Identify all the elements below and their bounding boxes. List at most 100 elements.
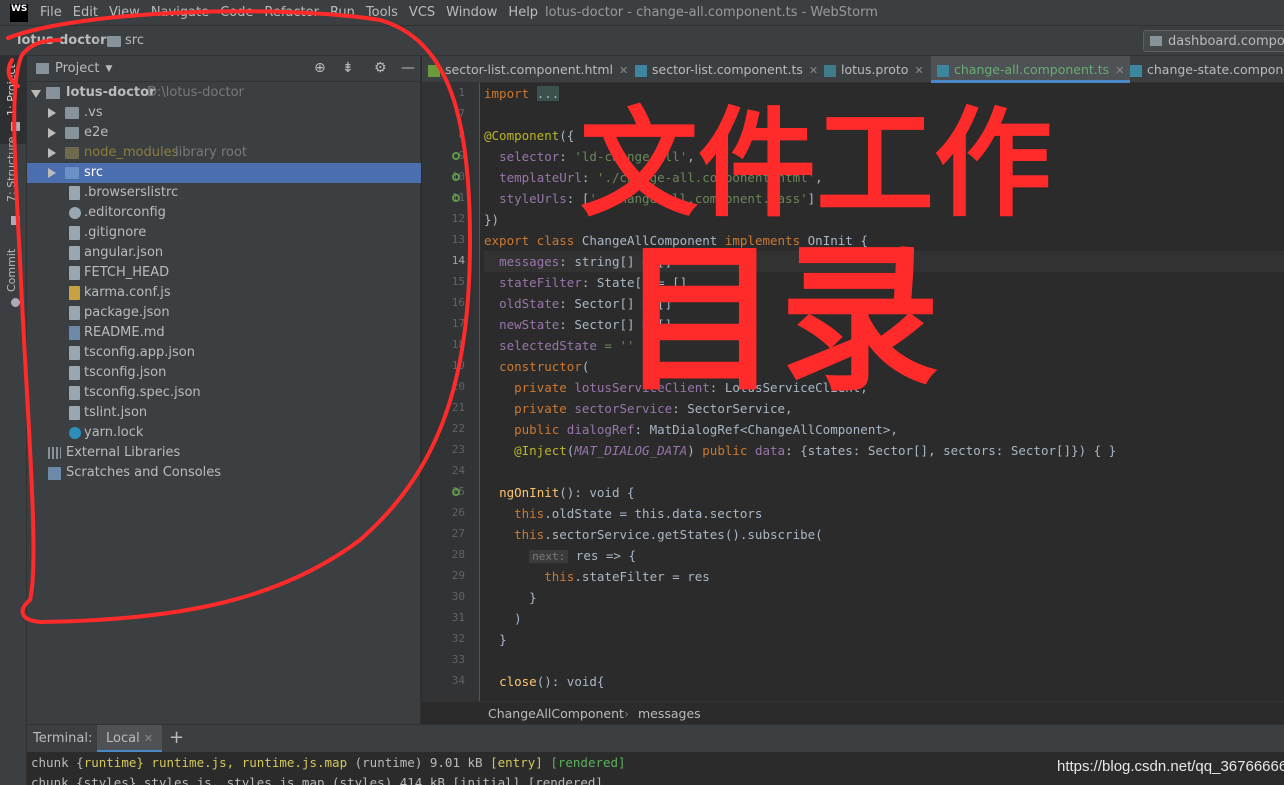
code-token: this: [514, 506, 545, 521]
menu-navigate[interactable]: Navigate: [151, 5, 209, 20]
implements-method-marker-icon[interactable]: [452, 488, 460, 496]
menu-window[interactable]: Window: [446, 5, 497, 20]
code-token: }: [529, 590, 537, 605]
project-view-selector[interactable]: Project: [55, 61, 99, 76]
tree-item-tsconfig[interactable]: tsconfig.json: [27, 363, 421, 383]
tree-item-external-libraries[interactable]: External Libraries: [27, 443, 421, 463]
line-number-gutter: 1 7 8 9 10 11 12 13 14 15 16 17 18 19 20…: [422, 83, 480, 701]
locate-file-icon[interactable]: ⊕: [314, 60, 326, 76]
tree-item-src[interactable]: src: [27, 163, 421, 183]
close-icon[interactable]: ✕: [1115, 64, 1124, 77]
tree-item-readme[interactable]: README.md: [27, 323, 421, 343]
tree-item-node-modules[interactable]: node_modules library root: [27, 143, 421, 163]
tree-item-angular-json[interactable]: angular.json: [27, 243, 421, 263]
collapse-arrow-icon[interactable]: [48, 168, 56, 178]
breadcrumb-src-folder[interactable]: src: [125, 33, 144, 48]
menu-view[interactable]: View: [109, 5, 140, 20]
line-number: 23: [451, 443, 465, 456]
menu-file[interactable]: File: [40, 5, 62, 20]
menu-tools[interactable]: Tools: [366, 5, 398, 20]
collapse-arrow-icon[interactable]: [48, 148, 56, 158]
tree-item-scratches[interactable]: Scratches and Consoles: [27, 463, 421, 483]
folder-icon: [107, 36, 121, 47]
tree-item-karma-conf[interactable]: karma.conf.js: [27, 283, 421, 303]
menu-help[interactable]: Help: [508, 5, 538, 20]
tree-item-tsconfig-spec[interactable]: tsconfig.spec.json: [27, 383, 421, 403]
menu-edit[interactable]: Edit: [73, 5, 98, 20]
close-icon[interactable]: ✕: [144, 732, 153, 745]
code-line-26: this.oldState = this.data.sectors: [484, 503, 1284, 524]
line-number: 14: [451, 254, 465, 267]
tab-change-state[interactable]: change-state.component: [1130, 56, 1284, 83]
terminal-output[interactable]: chunk {runtime} runtime.js, runtime.js.m…: [27, 752, 1284, 785]
collapse-all-icon[interactable]: ⇟: [342, 60, 354, 76]
implementation-marker-icon[interactable]: [452, 152, 460, 160]
tab-sector-list-html[interactable]: sector-list.component.html ✕: [428, 56, 628, 83]
proto-file-icon: [824, 64, 836, 77]
window-title: lotus-doctor - change-all.component.ts -…: [545, 5, 878, 20]
terminal-line-2: chunk {styles} styles.js, styles.js.map …: [31, 775, 603, 785]
menu-run[interactable]: Run: [330, 5, 355, 20]
code-editor[interactable]: 1 7 8 9 10 11 12 13 14 15 16 17 18 19 20…: [422, 83, 1284, 701]
line-number: 26: [451, 506, 465, 519]
tree-item-yarn-lock[interactable]: yarn.lock: [27, 423, 421, 443]
new-terminal-plus-icon[interactable]: +: [169, 727, 184, 748]
close-icon[interactable]: ✕: [619, 64, 628, 77]
implementation-marker-icon[interactable]: [452, 173, 460, 181]
json-file-icon: [69, 246, 80, 260]
menu-vcs[interactable]: VCS: [409, 5, 435, 20]
term-token: [rendered]: [550, 755, 626, 770]
editor-tabs: sector-list.component.html ✕ sector-list.…: [422, 56, 1284, 83]
tab-sector-list-ts[interactable]: sector-list.component.ts ✕: [635, 56, 818, 83]
tree-item-label: tsconfig.app.json: [84, 345, 195, 360]
tree-item-e2e[interactable]: e2e: [27, 123, 421, 143]
terminal-tab-local[interactable]: Local ✕: [97, 725, 163, 753]
expand-arrow-icon[interactable]: [31, 90, 41, 98]
tree-item-fetch-head[interactable]: FETCH_HEAD: [27, 263, 421, 283]
code-line-13: export class ChangeAllComponent implemen…: [484, 230, 1284, 251]
tree-item-tslint[interactable]: tslint.json: [27, 403, 421, 423]
chevron-down-icon[interactable]: ▼: [105, 64, 112, 74]
tab-change-all-ts[interactable]: change-all.component.ts ✕: [931, 56, 1131, 83]
run-configuration-select[interactable]: dashboard.component: [1143, 30, 1284, 52]
code-token: messages: [499, 254, 560, 269]
implementation-marker-icon[interactable]: [452, 194, 460, 202]
menu-bar: WS File Edit View Navigate Code Refactor…: [0, 0, 1284, 26]
collapse-arrow-icon[interactable]: [48, 128, 56, 138]
tree-item-tsconfig-app[interactable]: tsconfig.app.json: [27, 343, 421, 363]
code-token: this: [514, 527, 545, 542]
line-number: 30: [451, 590, 465, 603]
tree-item-lotus-doctor[interactable]: lotus-doctor D:\lotus-doctor: [27, 83, 421, 103]
tree-item-editorconfig[interactable]: .editorconfig: [27, 203, 421, 223]
tree-item-browserslistrc[interactable]: .browserslistrc: [27, 183, 421, 203]
code-token: constructor: [499, 359, 582, 374]
breadcrumb-separator-icon: ›: [96, 33, 102, 48]
breadcrumb-field[interactable]: messages: [638, 706, 701, 721]
breadcrumb-class[interactable]: ChangeAllComponent: [488, 706, 624, 721]
breadcrumb-project-root[interactable]: lotus-doctor: [17, 33, 107, 48]
close-icon[interactable]: ✕: [914, 64, 923, 77]
code-token: : Sector[] = []: [559, 296, 673, 311]
tab-lotus-proto[interactable]: lotus.proto ✕: [824, 56, 924, 83]
commit-tool-tab[interactable]: Commit: [5, 249, 18, 292]
code-line-34: close(): void{: [484, 671, 1284, 692]
json-file-icon: [69, 306, 80, 320]
gear-icon[interactable]: ⚙: [374, 60, 387, 76]
tree-item-vs[interactable]: .vs: [27, 103, 421, 123]
collapse-arrow-icon[interactable]: [48, 108, 56, 118]
code-line-17: newState: Sector[] = []: [484, 314, 1284, 335]
structure-tool-tab[interactable]: 7: Structure: [5, 137, 18, 202]
terminal-line-1: chunk {runtime} runtime.js, runtime.js.m…: [31, 755, 626, 770]
project-tool-tab[interactable]: 1: Project: [5, 64, 18, 116]
line-number: 19: [451, 359, 465, 372]
tree-item-gitignore[interactable]: .gitignore: [27, 223, 421, 243]
code-line-12: }): [484, 212, 500, 227]
folded-imports[interactable]: ...: [536, 86, 560, 101]
code-token: close: [499, 674, 537, 689]
close-icon[interactable]: ✕: [809, 64, 818, 77]
code-token: ChangeAllComponent: [581, 233, 718, 248]
tree-item-package-json[interactable]: package.json: [27, 303, 421, 323]
menu-code[interactable]: Code: [220, 5, 253, 20]
menu-refactor[interactable]: Refactor: [264, 5, 319, 20]
hide-panel-icon[interactable]: —: [401, 60, 415, 76]
